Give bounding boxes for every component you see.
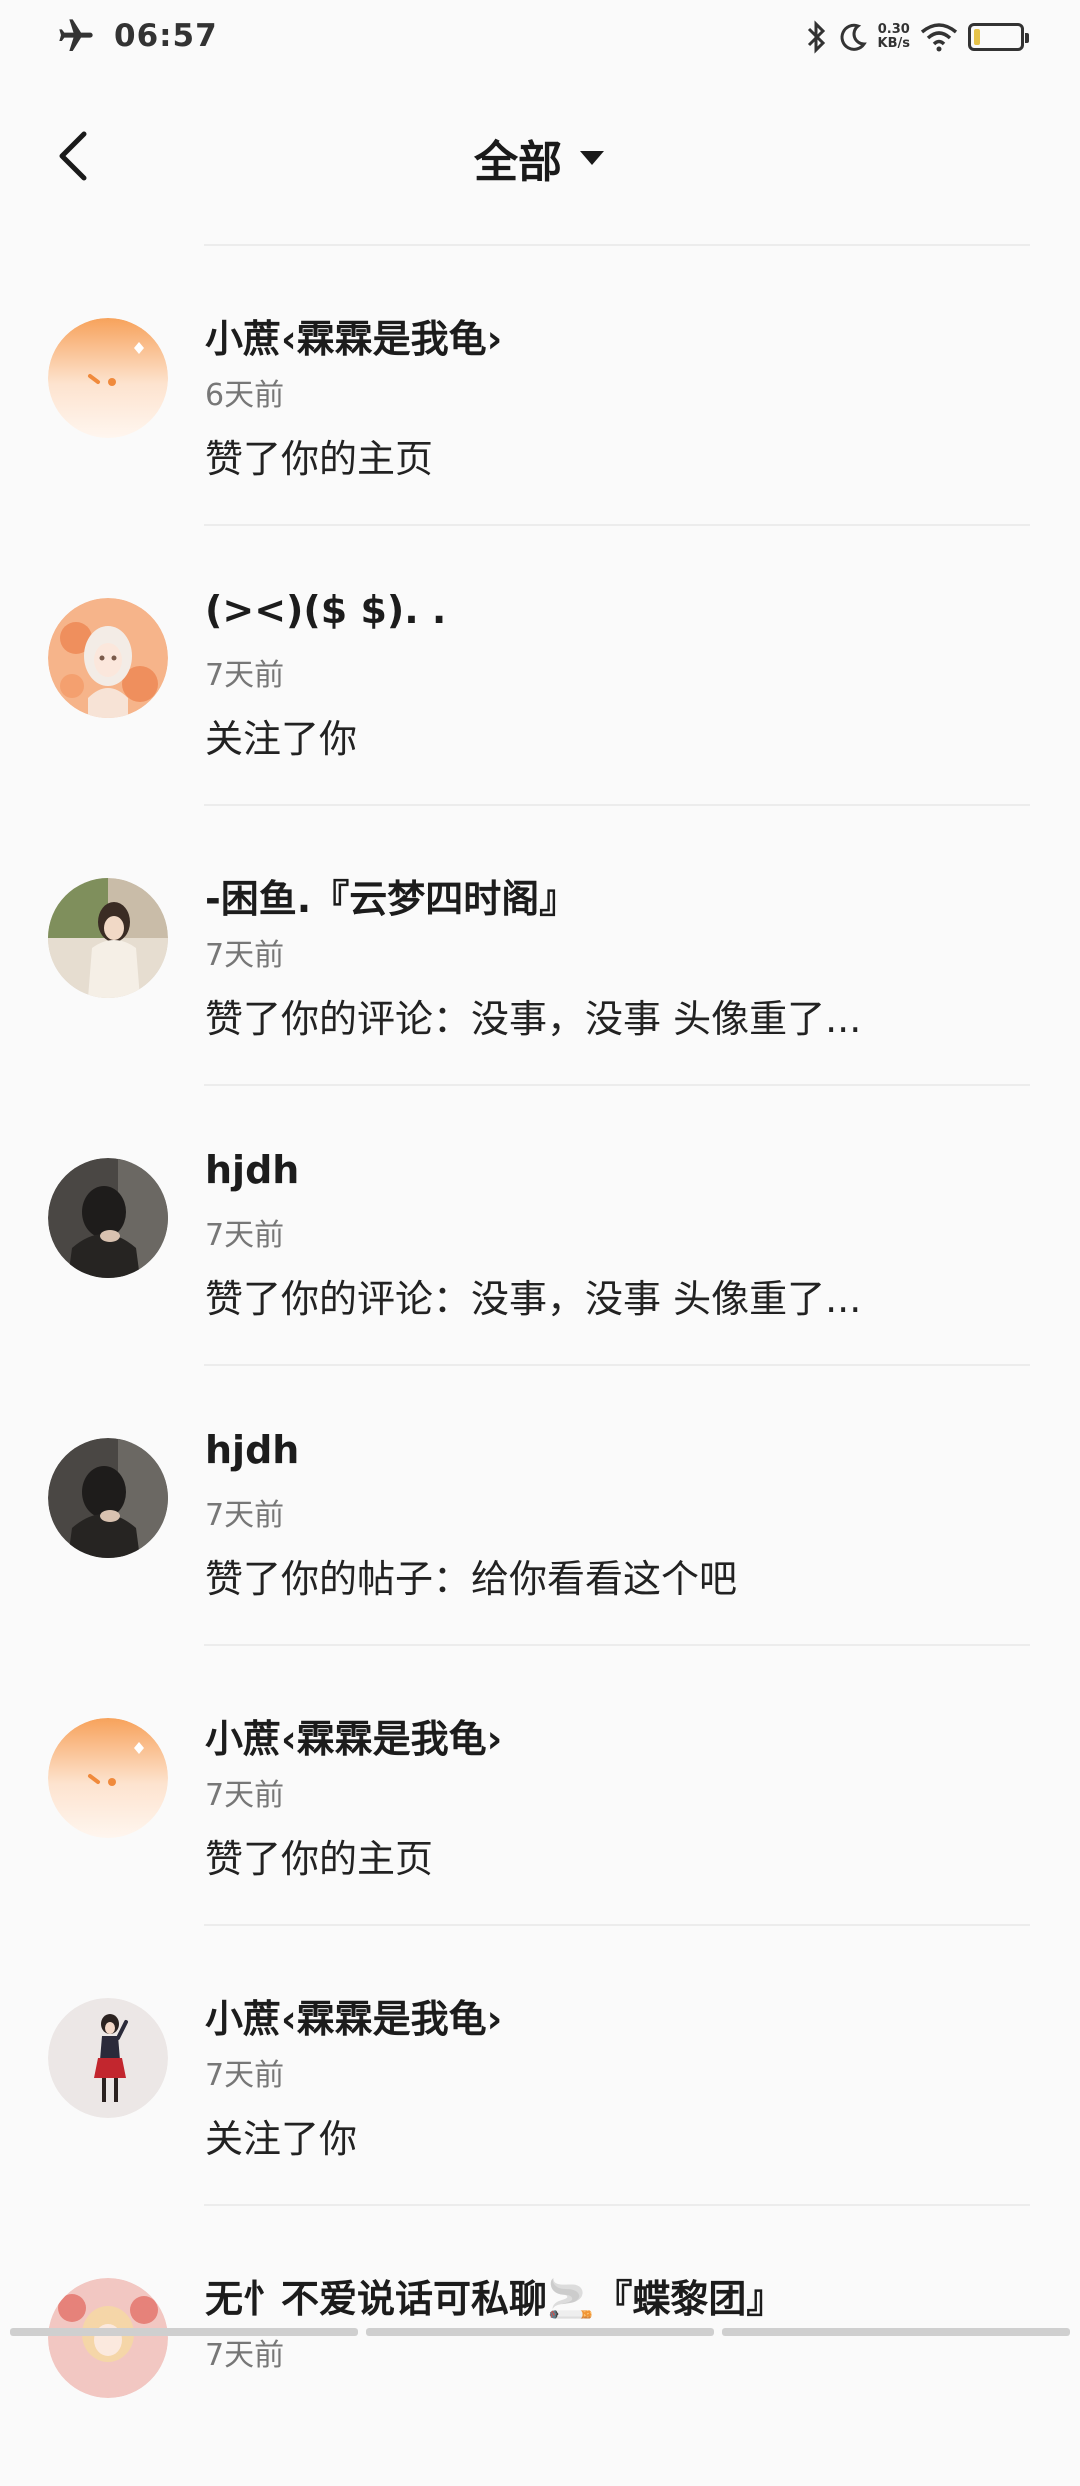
header: 全部 — [0, 84, 1080, 244]
wifi-icon — [920, 23, 958, 52]
notification-text: 赞了你的评论：没事，没事 头像重了... — [205, 1277, 862, 1321]
notification-text: 赞了你的评论：没事，没事 头像重了... — [205, 997, 862, 1041]
network-speed-value: 0.30 — [877, 22, 910, 37]
user-name[interactable]: 小蔗‹霖霖是我龟› — [205, 308, 502, 363]
avatar[interactable] — [48, 598, 168, 718]
network-speed: 0.30 KB/s — [878, 23, 910, 51]
timestamp: 7天前 — [205, 658, 285, 693]
notification-text: 赞了你的主页 — [205, 1837, 434, 1881]
clock: 06:57 — [114, 18, 218, 54]
notification-text: 关注了你 — [205, 717, 358, 761]
list-item[interactable]: 无忄不爱说话可私聊🚬『蝶黎团』 7天前 — [0, 2206, 1080, 2486]
list-item[interactable]: 小蔗‹霖霖是我龟› 7天前 赞了你的主页 — [0, 1646, 1080, 1926]
user-name[interactable]: -困鱼.『云梦四时阁』 — [205, 868, 577, 923]
list-item[interactable]: hjdh 7天前 赞了你的评论：没事，没事 头像重了... — [0, 1086, 1080, 1366]
timestamp: 7天前 — [205, 1498, 285, 1533]
user-name[interactable]: hjdh — [205, 1428, 299, 1472]
list-item[interactable]: hjdh 7天前 赞了你的帖子：给你看看这个吧 — [0, 1366, 1080, 1646]
notification-text: 赞了你的主页 — [205, 437, 434, 481]
bluetooth-icon — [807, 20, 825, 54]
timestamp: 7天前 — [205, 1218, 285, 1253]
status-bar: 06:57 0.30 KB/s — [0, 0, 1080, 84]
user-name[interactable]: hjdh — [205, 1148, 299, 1192]
avatar[interactable] — [48, 1718, 168, 1838]
avatar[interactable] — [48, 318, 168, 438]
notification-list: 小蔗‹霖霖是我龟› 6天前 赞了你的主页 (><)($ $). . 7天前 关注… — [0, 246, 1080, 2486]
timestamp: 7天前 — [205, 1778, 285, 1813]
network-speed-unit: KB/s — [877, 36, 910, 51]
timestamp: 7天前 — [205, 938, 285, 973]
user-name[interactable]: (><)($ $). . — [205, 588, 446, 632]
avatar[interactable] — [48, 1998, 168, 2118]
bottom-scroll-indicator — [0, 2328, 1080, 2340]
user-name[interactable]: 小蔗‹霖霖是我龟› — [205, 1708, 502, 1763]
notification-text: 赞了你的帖子：给你看看这个吧 — [205, 1557, 738, 1601]
avatar[interactable] — [48, 1158, 168, 1278]
list-item[interactable]: 小蔗‹霖霖是我龟› 7天前 关注了你 — [0, 1926, 1080, 2206]
do-not-disturb-moon-icon — [840, 23, 867, 51]
avatar[interactable] — [48, 878, 168, 998]
list-item[interactable]: 小蔗‹霖霖是我龟› 6天前 赞了你的主页 — [0, 246, 1080, 526]
airplane-mode-icon — [59, 19, 93, 51]
page-title: 全部 — [474, 137, 562, 188]
user-name[interactable]: 无忄不爱说话可私聊🚬『蝶黎团』 — [205, 2268, 784, 2323]
filter-dropdown[interactable]: 全部 — [0, 126, 1080, 190]
list-item[interactable]: (><)($ $). . 7天前 关注了你 — [0, 526, 1080, 806]
user-name[interactable]: 小蔗‹霖霖是我龟› — [205, 1988, 502, 2043]
notification-text: 关注了你 — [205, 2117, 358, 2161]
avatar[interactable] — [48, 1438, 168, 1558]
timestamp: 7天前 — [205, 2058, 285, 2093]
battery-icon — [968, 23, 1029, 51]
caret-down-icon — [580, 151, 604, 165]
timestamp: 6天前 — [205, 378, 285, 413]
list-item[interactable]: -困鱼.『云梦四时阁』 7天前 赞了你的评论：没事，没事 头像重了... — [0, 806, 1080, 1086]
